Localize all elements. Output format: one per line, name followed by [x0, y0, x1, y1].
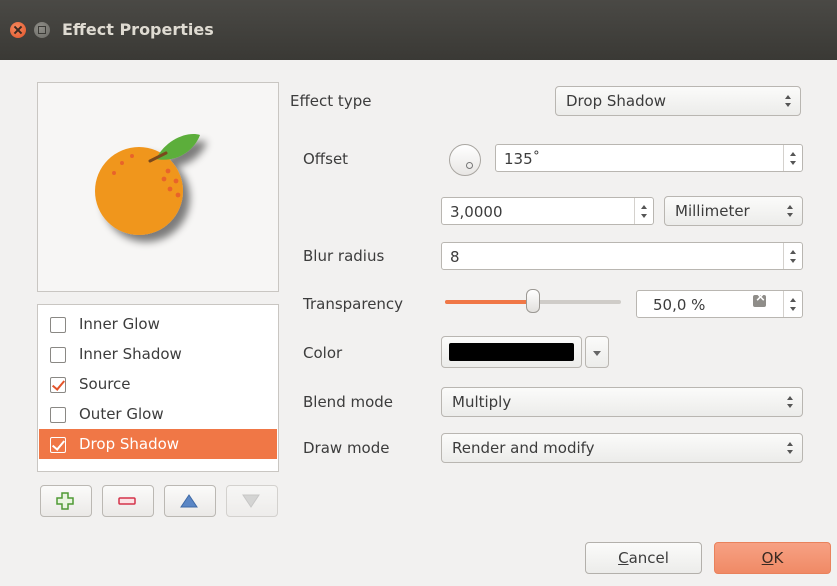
ok-button[interactable]: OK: [714, 542, 831, 574]
updown-icon: [784, 93, 792, 109]
clear-icon[interactable]: [753, 290, 766, 307]
offset-angle-spinbox[interactable]: 135˚: [495, 144, 803, 172]
checkbox[interactable]: [50, 377, 66, 393]
color-menu-button[interactable]: [585, 336, 609, 368]
color-swatch: [449, 343, 574, 361]
updown-icon: [786, 203, 794, 219]
ok-label-rest: K: [773, 549, 784, 567]
add-effect-button[interactable]: [40, 485, 92, 517]
list-item-label: Inner Glow: [79, 315, 160, 333]
list-item-outer-glow[interactable]: Outer Glow: [39, 399, 277, 429]
ok-mnemonic: O: [761, 549, 774, 567]
cancel-mnemonic: C: [618, 549, 629, 567]
close-icon[interactable]: [10, 22, 26, 38]
blend-mode-select[interactable]: Multiply: [441, 387, 803, 417]
offset-distance-value: 3,0000: [450, 203, 503, 221]
list-item-label: Source: [79, 375, 131, 393]
checkbox[interactable]: [50, 317, 66, 333]
effect-preview: [37, 82, 279, 292]
color-label: Color: [303, 344, 343, 362]
offset-angle-value: 135˚: [504, 150, 541, 168]
effects-list[interactable]: Inner Glow Inner Shadow Source Outer Glo…: [37, 304, 279, 472]
move-down-button[interactable]: [226, 485, 278, 517]
cancel-button[interactable]: Cancel: [585, 542, 702, 574]
list-item-label: Drop Shadow: [79, 435, 180, 453]
spin-buttons[interactable]: [783, 243, 802, 269]
blur-radius-spinbox[interactable]: 8: [441, 242, 803, 270]
orange-preview-image: [95, 134, 200, 235]
angle-dial[interactable]: [449, 144, 481, 176]
arrow-down-icon: [242, 494, 260, 508]
draw-mode-select[interactable]: Render and modify: [441, 433, 803, 463]
offset-unit-value: Millimeter: [675, 202, 750, 220]
title-bar: Effect Properties: [0, 0, 837, 60]
checkbox[interactable]: [50, 437, 66, 453]
list-item-drop-shadow[interactable]: Drop Shadow: [39, 429, 277, 459]
updown-icon: [786, 440, 794, 456]
effect-type-select[interactable]: Drop Shadow: [555, 86, 801, 116]
offset-unit-select[interactable]: Millimeter: [664, 196, 803, 226]
offset-distance-spinbox[interactable]: 3,0000: [441, 197, 654, 225]
spin-buttons[interactable]: [783, 291, 802, 317]
draw-mode-label: Draw mode: [303, 439, 390, 457]
plus-icon: [56, 492, 74, 510]
arrow-up-icon: [180, 494, 198, 508]
list-item-label: Inner Shadow: [79, 345, 182, 363]
list-item-source[interactable]: Source: [39, 369, 277, 399]
spin-buttons[interactable]: [634, 198, 653, 224]
cancel-label-rest: ancel: [628, 549, 669, 567]
blend-mode-label: Blend mode: [303, 393, 394, 411]
effect-type-value: Drop Shadow: [566, 92, 667, 110]
transparency-label: Transparency: [303, 295, 404, 313]
updown-icon: [786, 394, 794, 410]
transparency-spinbox[interactable]: 50,0 %: [636, 290, 803, 318]
draw-mode-value: Render and modify: [452, 439, 595, 457]
effect-type-label: Effect type: [290, 92, 372, 110]
list-item-label: Outer Glow: [79, 405, 164, 423]
minus-icon: [118, 497, 136, 505]
color-button[interactable]: [441, 336, 582, 368]
window-title: Effect Properties: [62, 20, 214, 39]
list-item-inner-shadow[interactable]: Inner Shadow: [39, 339, 277, 369]
slider-handle[interactable]: [526, 289, 540, 313]
list-item-inner-glow[interactable]: Inner Glow: [39, 309, 277, 339]
spin-buttons[interactable]: [783, 145, 802, 171]
blend-mode-value: Multiply: [452, 393, 512, 411]
checkbox[interactable]: [50, 347, 66, 363]
transparency-value: 50,0 %: [653, 296, 706, 314]
move-up-button[interactable]: [164, 485, 216, 517]
checkbox[interactable]: [50, 407, 66, 423]
slider-fill: [445, 300, 533, 304]
offset-label: Offset: [303, 150, 349, 168]
minimize-icon[interactable]: [34, 22, 50, 38]
blur-radius-value: 8: [450, 248, 460, 266]
remove-effect-button[interactable]: [102, 485, 154, 517]
blur-radius-label: Blur radius: [303, 247, 385, 265]
